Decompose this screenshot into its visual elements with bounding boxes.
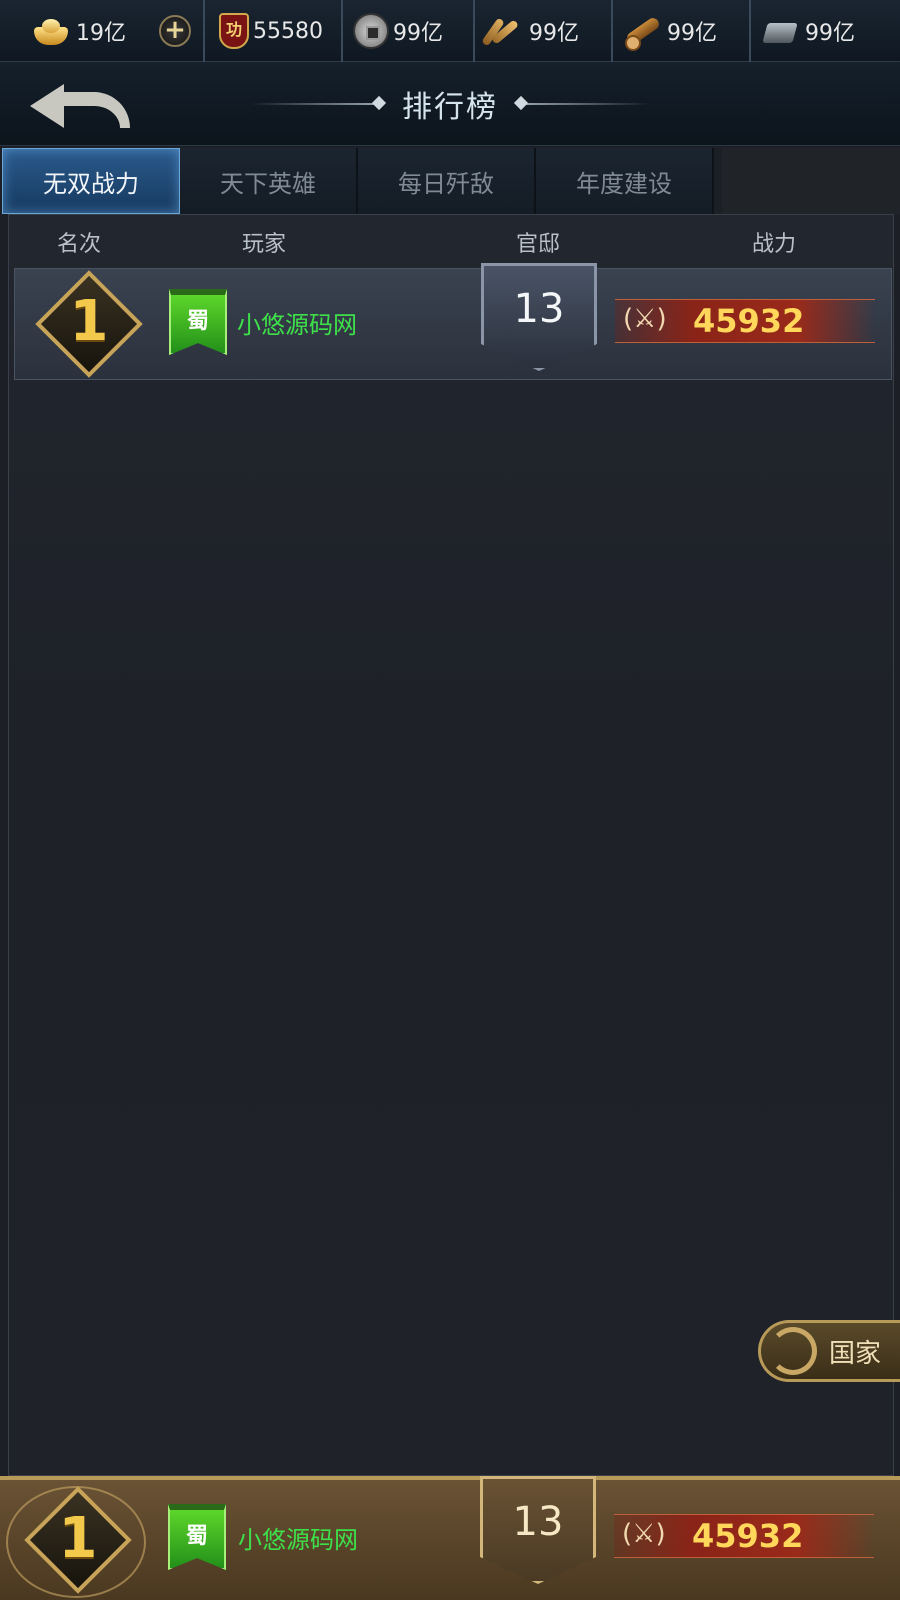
mansion-level: 13 bbox=[481, 263, 597, 371]
header: 排行榜 bbox=[0, 62, 900, 146]
faction-flag: 蜀 bbox=[169, 289, 227, 355]
column-header-rank: 名次 bbox=[57, 232, 102, 257]
ranking-list-panel[interactable] bbox=[8, 214, 894, 1476]
title-ornament-left bbox=[250, 103, 380, 105]
my-player-name: 小悠源码网 bbox=[238, 1526, 358, 1554]
tab-daily-kills[interactable]: 每日歼敌 bbox=[358, 148, 536, 214]
table-row[interactable]: 1 蜀 小悠源码网 13 (⚔) 45932 bbox=[14, 263, 892, 380]
back-button[interactable] bbox=[28, 72, 132, 136]
iron-icon bbox=[759, 13, 801, 49]
tab-peerless-power[interactable]: 无双战力 bbox=[2, 148, 180, 214]
resource-wood[interactable]: 99亿 bbox=[613, 0, 751, 62]
resource-wood-value: 99亿 bbox=[667, 21, 717, 46]
resource-iron-value: 99亿 bbox=[805, 21, 855, 46]
title-area: 排行榜 bbox=[240, 76, 660, 132]
crossed-swords-icon: (⚔) bbox=[623, 304, 667, 334]
resource-grain-value: 99亿 bbox=[529, 21, 579, 46]
power-value: 45932 bbox=[693, 302, 805, 340]
add-gold-button[interactable]: + bbox=[159, 15, 191, 47]
rank-number: 1 bbox=[69, 289, 109, 354]
page-title: 排行榜 bbox=[402, 90, 498, 125]
my-faction-flag: 蜀 bbox=[168, 1504, 226, 1570]
my-crossed-swords-icon: (⚔) bbox=[622, 1519, 666, 1549]
copper-coin-icon bbox=[353, 13, 389, 49]
resource-merit-value: 55580 bbox=[253, 18, 323, 44]
resource-gold[interactable]: 19亿 + bbox=[0, 0, 205, 62]
title-ornament-right bbox=[520, 103, 650, 105]
resource-coin-value: 99亿 bbox=[393, 21, 443, 46]
tab-annual-construction[interactable]: 年度建设 bbox=[536, 148, 714, 214]
column-header-power: 战力 bbox=[752, 232, 797, 257]
country-button[interactable]: 国家 bbox=[758, 1320, 900, 1382]
wood-icon bbox=[621, 13, 663, 51]
player-name[interactable]: 小悠源码网 bbox=[237, 305, 357, 340]
resource-iron[interactable]: 99亿 bbox=[751, 0, 900, 62]
grain-icon bbox=[483, 13, 525, 49]
my-rank-bar: 1 蜀 小悠源码网 13 (⚔) 45932 bbox=[0, 1476, 900, 1600]
tabs-filler bbox=[722, 148, 900, 214]
tab-world-heroes[interactable]: 天下英雄 bbox=[180, 148, 358, 214]
resource-merit[interactable]: 功 55580 bbox=[205, 0, 343, 62]
resource-coin[interactable]: 99亿 bbox=[343, 0, 475, 62]
column-header-mansion: 官邸 bbox=[516, 232, 561, 257]
column-header-player: 玩家 bbox=[242, 232, 287, 257]
merit-badge-icon: 功 bbox=[219, 13, 249, 49]
cycle-icon bbox=[769, 1327, 817, 1375]
country-button-label: 国家 bbox=[829, 1338, 882, 1369]
back-arrow-icon bbox=[30, 84, 64, 128]
resource-grain[interactable]: 99亿 bbox=[475, 0, 613, 62]
ranking-tabs: 无双战力 天下英雄 每日歼敌 年度建设 bbox=[2, 148, 714, 214]
my-rank-number: 1 bbox=[58, 1506, 98, 1571]
resource-bar: 19亿 + 功 55580 99亿 99亿 99亿 99亿 bbox=[0, 0, 900, 62]
resource-gold-value: 19亿 bbox=[76, 21, 126, 46]
gold-ingot-icon bbox=[30, 13, 72, 49]
my-power-value: 45932 bbox=[692, 1517, 804, 1555]
my-mansion-level: 13 bbox=[480, 1476, 596, 1584]
my-power-display: (⚔) 45932 bbox=[614, 1514, 874, 1558]
power-display: (⚔) 45932 bbox=[615, 299, 875, 343]
back-arrow-tail bbox=[60, 92, 130, 128]
